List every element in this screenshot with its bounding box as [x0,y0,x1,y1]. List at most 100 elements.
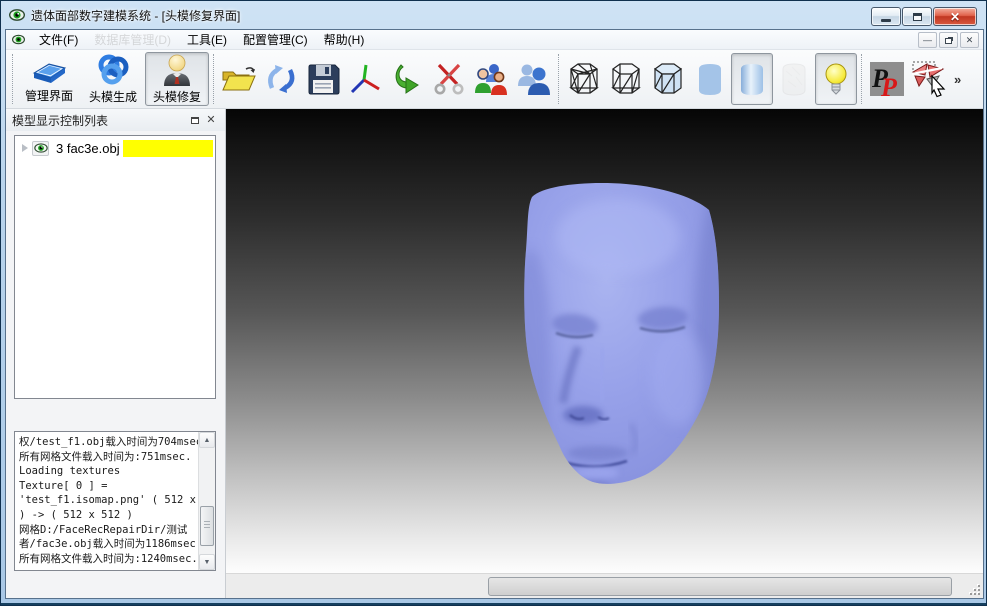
float-icon [191,116,199,124]
render-wireframe-button[interactable] [605,53,647,105]
mdi-restore-button[interactable] [939,32,958,48]
mdi-restore-icon [945,37,952,44]
toolbar: 管理界面 头模生成 头模修复 P P » [6,50,983,109]
svg-text:P: P [880,73,898,97]
log-line: 所有网格文件载入时间为:751msec. [19,450,192,463]
smooth-shaded-cylinder-icon [741,64,763,95]
toolbar-overflow-button[interactable]: » [950,72,965,87]
manage-interface-label: 管理界面 [24,89,73,103]
log-line: 所有网格文件载入时间为:1240msec. [19,552,198,565]
tree-row[interactable]: 3 fac3e.obj [15,138,215,158]
head-model-generate-button[interactable]: 头模生成 [81,52,145,106]
open-file-button[interactable] [218,53,260,105]
users-blue-button[interactable] [512,53,554,105]
scrollbar-track[interactable] [199,448,215,554]
log-line: 权/test_f1.obj载入时间为704msec. [19,436,198,448]
rings-icon [98,54,129,85]
toolbar-separator [213,54,214,104]
scroll-up-button[interactable]: ▲ [199,432,215,448]
book-icon [32,63,67,83]
mdi-window-eye-icon [12,34,25,45]
minimize-button[interactable] [871,7,901,26]
wireframe-cylinder-dense-icon [569,63,599,94]
flat-shaded-cylinder-icon [699,64,721,95]
log-line: Texture[ 0 ] = [19,479,108,492]
resize-grip[interactable] [968,583,980,595]
app-eye-icon [9,9,25,21]
menu-help[interactable]: 帮助(H) [316,30,373,50]
user-group-color-icon [475,64,507,95]
manage-interface-button[interactable]: 管理界面 [17,52,81,106]
lighting-button[interactable] [815,53,857,105]
head-model-repair-button[interactable]: 头模修复 [145,52,209,106]
log-line: 者/fac3e.obj载入时间为1186msec. [19,538,198,551]
log-line: 网格D:/FaceRecRepairDir/测试 [19,523,188,536]
toolbar-separator [861,54,862,104]
menubar: 文件(F) 数据库管理(D) 工具(E) 配置管理(C) 帮助(H) — ✕ [6,30,983,50]
selection-highlight [122,139,213,157]
menu-tools[interactable]: 工具(E) [179,30,235,50]
mesh-select-button[interactable] [908,53,950,105]
face-model [524,183,719,484]
window-title: 遗体面部数字建模系统 - [头模修复界面] [31,8,241,23]
users-button[interactable] [470,53,512,105]
titlebar[interactable]: 遗体面部数字建模系统 - [头模修复界面] ✕ [1,1,986,29]
menu-config[interactable]: 配置管理(C) [235,30,316,50]
model-tree[interactable]: 3 fac3e.obj [14,135,216,399]
cut-mesh-button[interactable] [428,53,470,105]
maximize-button[interactable] [902,7,932,26]
statusbar [226,573,983,598]
log-line: ) -> ( 512 x 512 ) [19,508,133,521]
reload-model-button[interactable] [260,53,302,105]
head-model-generate-label: 头模生成 [88,90,137,104]
app-window: 遗体面部数字建模系统 - [头模修复界面] ✕ 文件(F) 数据库管理(D) 工… [0,0,987,606]
model-item-label[interactable]: 3 fac3e.obj [53,139,123,157]
toolbar-grip [12,54,13,104]
horizontal-scrollbar-thumb[interactable] [488,577,952,596]
maximize-icon [912,12,922,21]
save-button[interactable] [302,53,344,105]
scrollbar-thumb[interactable] [200,506,214,546]
pp-logo-icon: P P [870,62,904,97]
menu-file[interactable]: 文件(F) [31,30,86,50]
menu-database[interactable]: 数据库管理(D) [86,30,179,50]
dock-header: 模型显示控制列表 ✕ [6,109,225,131]
model-control-panel: 模型显示控制列表 ✕ 3 fac3e.obj 权/test_f1.obj载入时间… [6,109,226,598]
log-scrollbar[interactable]: ▲ ▼ [198,432,215,570]
window-content: 文件(F) 数据库管理(D) 工具(E) 配置管理(C) 帮助(H) — ✕ 管… [5,29,984,599]
head-model-repair-label: 头模修复 [152,90,201,104]
visibility-toggle[interactable] [32,140,49,156]
dock-title: 模型显示控制列表 [12,113,109,128]
3d-viewport[interactable] [226,109,983,573]
render-textured-button[interactable] [773,53,815,105]
log-line: 'test_f1.isomap.png' ( 512 x 512 [19,494,198,507]
wireframe-cylinder-shaded-icon [653,63,683,94]
dock-close-button[interactable]: ✕ [203,113,219,127]
axes-button[interactable] [344,53,386,105]
rotate-down-arrow-icon [395,64,419,94]
toolbar-separator [558,54,559,104]
render-hidden-line-button[interactable] [647,53,689,105]
close-button[interactable]: ✕ [933,7,977,26]
light-bulb-icon [825,63,847,95]
expand-arrow-icon[interactable] [22,144,28,152]
coordinate-axes-icon [350,64,380,94]
textured-cylinder-icon [782,63,806,96]
render-smooth-button[interactable] [731,53,773,105]
render-flat-button[interactable] [689,53,731,105]
log-output: 权/test_f1.obj载入时间为704msec. 所有网格文件载入时间为:7… [15,432,198,570]
wireframe-cylinder-icon [611,63,641,94]
mdi-minimize-button[interactable]: — [918,32,937,48]
rotate-view-button[interactable] [386,53,428,105]
log-panel[interactable]: 权/test_f1.obj载入时间为704msec. 所有网格文件载入时间为:7… [14,431,216,571]
save-floppy-icon [308,64,340,95]
dock-float-button[interactable] [187,113,203,127]
user-group-blue-icon [518,64,550,95]
mdi-close-button[interactable]: ✕ [960,32,979,48]
mesh-select-cursor-icon [911,61,946,98]
eye-icon [33,143,48,153]
scroll-down-button[interactable]: ▼ [199,554,215,570]
pp-tool-button[interactable]: P P [866,53,908,105]
open-folder-icon [222,67,256,91]
render-wireframe-dense-button[interactable] [563,53,605,105]
